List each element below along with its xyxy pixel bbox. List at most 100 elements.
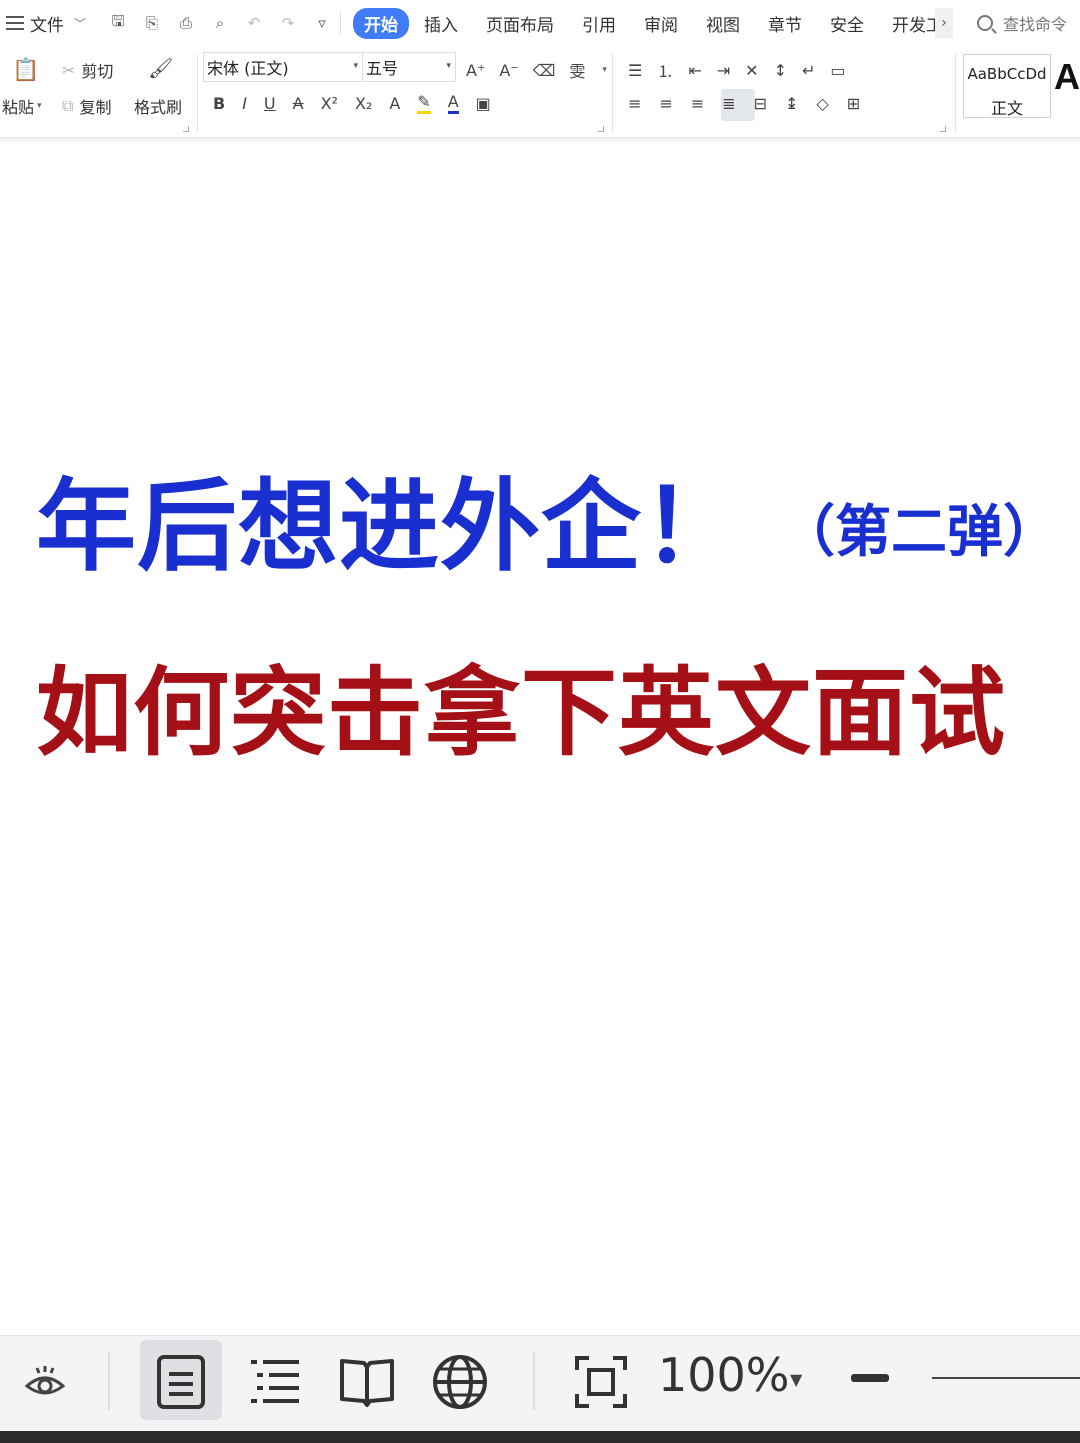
font-name-value: 宋体 (正文) <box>207 59 289 78</box>
outline-view-button[interactable] <box>244 1344 306 1420</box>
align-right-icon[interactable]: ≡ <box>691 94 704 113</box>
phonetic-guide-icon[interactable]: 雯 <box>569 58 585 82</box>
divider <box>955 54 956 132</box>
chinese-layout-icon[interactable]: ✕ <box>745 61 758 80</box>
redo-icon[interactable]: ↷ <box>278 13 298 33</box>
divider <box>197 54 198 132</box>
file-menu-label: 文件 <box>30 15 64 36</box>
hamburger-icon <box>6 16 24 30</box>
reading-mode-button[interactable] <box>336 1344 398 1420</box>
copy-button[interactable]: ⧉ 复制 <box>62 94 111 118</box>
undo-icon[interactable]: ↶ <box>244 13 264 33</box>
align-center-icon[interactable]: ≡ <box>659 94 672 113</box>
document-page[interactable]: 年后想进外企！ （第二弹） 如何突击拿下英文面试 <box>0 145 1080 1335</box>
copy-label: 复制 <box>79 98 112 117</box>
zoom-dropdown-icon[interactable]: ▼ <box>790 1370 802 1389</box>
character-border-icon[interactable]: ▣ <box>476 94 491 113</box>
bold-icon[interactable]: B <box>213 94 225 113</box>
command-search[interactable]: 查找命令 <box>977 11 1067 35</box>
style-sample: AaBbCcDd <box>967 65 1047 83</box>
align-left-icon[interactable]: ≡ <box>628 94 641 113</box>
dropdown-arrow-icon[interactable]: ▾ <box>602 65 607 75</box>
tab-references[interactable]: 引用 <box>569 8 629 39</box>
clipboard-dialog-launcher[interactable] <box>183 126 189 132</box>
dropdown-arrow-icon: ▾ <box>446 61 451 71</box>
distributed-icon[interactable]: ⊟ <box>754 94 767 113</box>
fit-page-button[interactable] <box>570 1344 632 1420</box>
tab-section[interactable]: 章节 <box>755 8 815 39</box>
clear-format-icon[interactable]: ⌫ <box>533 61 556 80</box>
print-icon[interactable]: ⎙ <box>176 13 196 33</box>
justify-icon[interactable]: ≣ <box>722 94 735 113</box>
font-size-select[interactable]: 五号 ▾ <box>362 52 456 82</box>
zoom-level[interactable]: 100% <box>658 1348 790 1402</box>
file-menu[interactable]: 文件 ﹀ <box>0 11 100 36</box>
customize-toolbar-icon[interactable]: ▿ <box>312 13 332 33</box>
tab-insert[interactable]: 插入 <box>411 8 471 39</box>
print-preview-icon[interactable]: ⌕ <box>210 13 230 33</box>
command-search-label: 查找命令 <box>1003 15 1068 34</box>
zoom-slider[interactable] <box>932 1377 1080 1379</box>
fit-screen-icon <box>575 1356 627 1408</box>
strikethrough-icon[interactable]: A <box>293 94 304 113</box>
save-icon[interactable]: 🖫 <box>108 12 128 33</box>
paragraph-dialog-launcher[interactable] <box>940 126 946 132</box>
book-icon <box>340 1359 394 1407</box>
font-dialog-launcher[interactable] <box>598 126 604 132</box>
highlight-icon[interactable]: ✎ <box>417 92 431 114</box>
page-view-button[interactable] <box>150 1344 212 1420</box>
decrease-font-icon[interactable]: A⁻ <box>499 61 518 80</box>
eye-protection-button[interactable] <box>20 1344 70 1420</box>
paragraph-mark-icon[interactable]: ↵ <box>802 61 815 80</box>
increase-indent-icon[interactable]: ⇥ <box>717 61 730 80</box>
search-icon <box>977 15 993 31</box>
format-painter-label: 格式刷 <box>134 98 183 117</box>
format-painter-icon: 🖌 <box>148 56 174 80</box>
tab-security[interactable]: 安全 <box>817 8 877 39</box>
borders-icon[interactable]: ⊞ <box>847 94 860 113</box>
font-size-value: 五号 <box>366 59 399 78</box>
tab-view[interactable]: 视图 <box>693 8 753 39</box>
copy-icon: ⧉ <box>62 96 74 115</box>
format-painter-button[interactable]: 格式刷 <box>134 94 182 118</box>
bullet-list-icon[interactable]: ☰ <box>628 61 642 80</box>
numbered-list-icon[interactable]: ⒈ <box>657 58 673 82</box>
shading-icon[interactable]: ◇ <box>816 94 828 113</box>
font-name-select[interactable]: 宋体 (正文) ▾ <box>203 52 363 82</box>
superscript-icon[interactable]: X² <box>321 94 338 113</box>
tab-developer[interactable]: 开发工 <box>879 8 937 39</box>
document-title: 年后想进外企！ <box>36 468 743 585</box>
cut-button[interactable]: ✂ 剪切 <box>62 58 113 82</box>
ribbon-tabs: 开始 插入 页面布局 引用 审阅 视图 章节 安全 开发工 › <box>353 7 953 39</box>
font-color-icon[interactable]: A <box>447 92 459 114</box>
style-heading-preview[interactable]: A <box>1054 56 1080 98</box>
ribbon-home: 📋 粘贴 ▾ ✂ 剪切 ⧉ 复制 🖌 格式刷 宋体 (正文) ▾ 五号 ▾ A⁺ … <box>0 46 1080 144</box>
sort-icon[interactable]: ↕ <box>774 61 787 80</box>
style-name: 正文 <box>990 99 1023 118</box>
chevron-down-icon: ﹀ <box>74 16 87 31</box>
format-painter-icon-wrap[interactable]: 🖌 <box>148 56 173 80</box>
divider <box>612 54 613 132</box>
style-normal[interactable]: AaBbCcDd 正文 <box>963 54 1051 118</box>
decrease-indent-icon[interactable]: ⇤ <box>688 61 701 80</box>
subscript-icon[interactable]: X₂ <box>355 94 372 113</box>
underline-icon[interactable]: U <box>264 94 276 113</box>
chevron-right-icon[interactable]: › <box>935 8 953 38</box>
zoom-out-icon[interactable] <box>851 1374 889 1382</box>
italic-icon[interactable]: I <box>242 94 247 113</box>
line-spacing-icon[interactable]: ↨ <box>785 94 798 113</box>
globe-icon <box>433 1355 487 1409</box>
text-effect-icon[interactable]: A <box>389 94 400 113</box>
tab-page-layout[interactable]: 页面布局 <box>473 8 567 39</box>
export-pdf-icon[interactable]: ⎘ <box>142 13 162 33</box>
web-layout-button[interactable] <box>428 1344 492 1420</box>
paste-button[interactable]: 📋 <box>12 58 39 83</box>
outline-view-icon <box>251 1360 299 1403</box>
tab-home[interactable]: 开始 <box>353 7 409 39</box>
scissors-icon: ✂ <box>62 60 76 80</box>
divider <box>533 1352 535 1410</box>
increase-font-icon[interactable]: A⁺ <box>466 61 485 80</box>
ruler-icon[interactable]: ▭ <box>830 61 845 80</box>
tab-review[interactable]: 审阅 <box>631 8 691 39</box>
paste-dropdown[interactable]: 粘贴 ▾ <box>2 94 42 118</box>
